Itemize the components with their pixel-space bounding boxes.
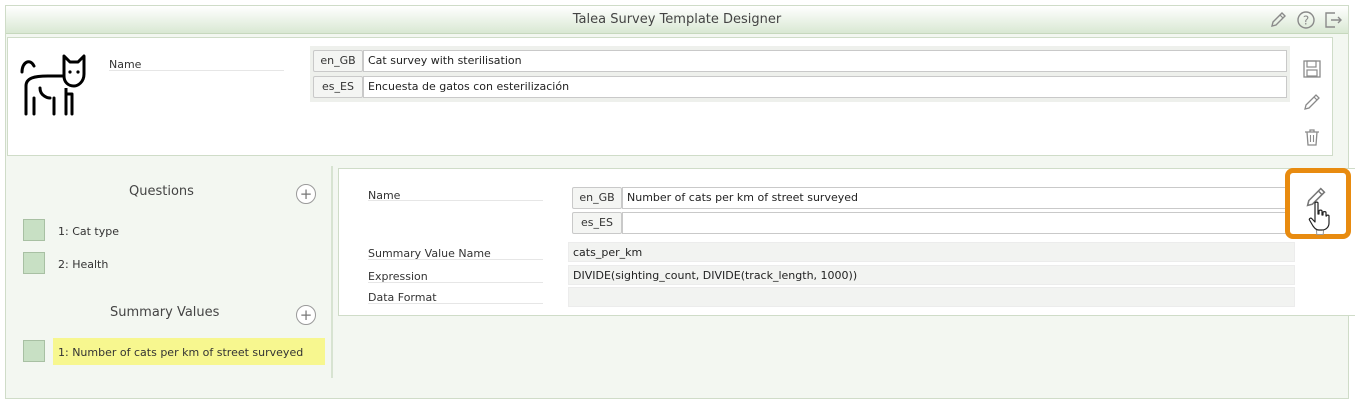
logout-icon[interactable] (1323, 10, 1343, 30)
question-color-swatch[interactable] (23, 219, 45, 241)
add-summary-value-button[interactable]: + (296, 305, 316, 325)
detail-name-en-input[interactable]: Number of cats per km of street surveyed (622, 187, 1296, 209)
summary-value-item-label: 1: Number of cats per km of street surve… (58, 346, 304, 359)
edit-icon[interactable] (1302, 92, 1322, 112)
title-bar: Talea Survey Template Designer ? (6, 6, 1348, 34)
template-name-group: en_GB Cat survey with sterilisation es_E… (310, 46, 1290, 102)
pencil-icon[interactable] (1268, 10, 1288, 30)
questions-title: Questions (129, 184, 194, 199)
template-name-es-input[interactable]: Encuesta de gatos con esterilización (363, 76, 1287, 98)
edit-action-callout (1285, 168, 1351, 239)
hand-cursor-icon (1308, 201, 1330, 231)
question-item[interactable]: 1: Cat type (58, 225, 119, 238)
template-panel: Name en_GB Cat survey with sterilisation… (7, 37, 1333, 156)
lang-code-en-gb: en_GB (313, 50, 363, 72)
template-name-en-input[interactable]: Cat survey with sterilisation (363, 50, 1287, 72)
lang-code-es-es: es_ES (572, 212, 622, 234)
summary-value-name-field[interactable]: cats_per_km (568, 242, 1295, 262)
label-underline (368, 259, 543, 260)
help-icon[interactable]: ? (1296, 10, 1316, 30)
question-color-swatch[interactable] (23, 252, 45, 274)
app-title: Talea Survey Template Designer (572, 12, 782, 27)
summary-values-title: Summary Values (110, 305, 220, 320)
cat-icon (20, 54, 86, 116)
detail-name-row-es: es_ES (572, 212, 1296, 234)
lang-code-es-es: es_ES (313, 76, 363, 98)
summary-value-detail: Name en_GB Number of cats per km of stre… (338, 168, 1355, 316)
name-row-en: en_GB Cat survey with sterilisation (313, 50, 1287, 72)
label-underline (368, 200, 543, 201)
add-question-button[interactable]: + (296, 184, 316, 204)
label-underline (368, 303, 543, 304)
label-underline (368, 282, 543, 283)
label-underline (109, 70, 284, 71)
lang-code-en-gb: en_GB (572, 187, 622, 209)
expression-field[interactable]: DIVIDE(sighting_count, DIVIDE(track_leng… (568, 265, 1295, 285)
save-icon[interactable] (1302, 59, 1322, 79)
detail-name-row-en: en_GB Number of cats per km of street su… (572, 187, 1296, 209)
data-format-field[interactable] (568, 287, 1295, 307)
summary-value-color-swatch[interactable] (23, 340, 45, 362)
left-panel: Questions + 1: Cat type 2: Health Summar… (7, 156, 332, 378)
svg-text:?: ? (1303, 14, 1309, 28)
detail-name-es-input[interactable] (622, 212, 1296, 234)
summary-value-item-selected[interactable]: 1: Number of cats per km of street surve… (53, 338, 325, 365)
name-row-es: es_ES Encuesta de gatos con esterilizaci… (313, 76, 1287, 98)
panel-divider (331, 166, 333, 378)
trash-icon[interactable] (1302, 127, 1322, 147)
question-item[interactable]: 2: Health (58, 258, 108, 271)
